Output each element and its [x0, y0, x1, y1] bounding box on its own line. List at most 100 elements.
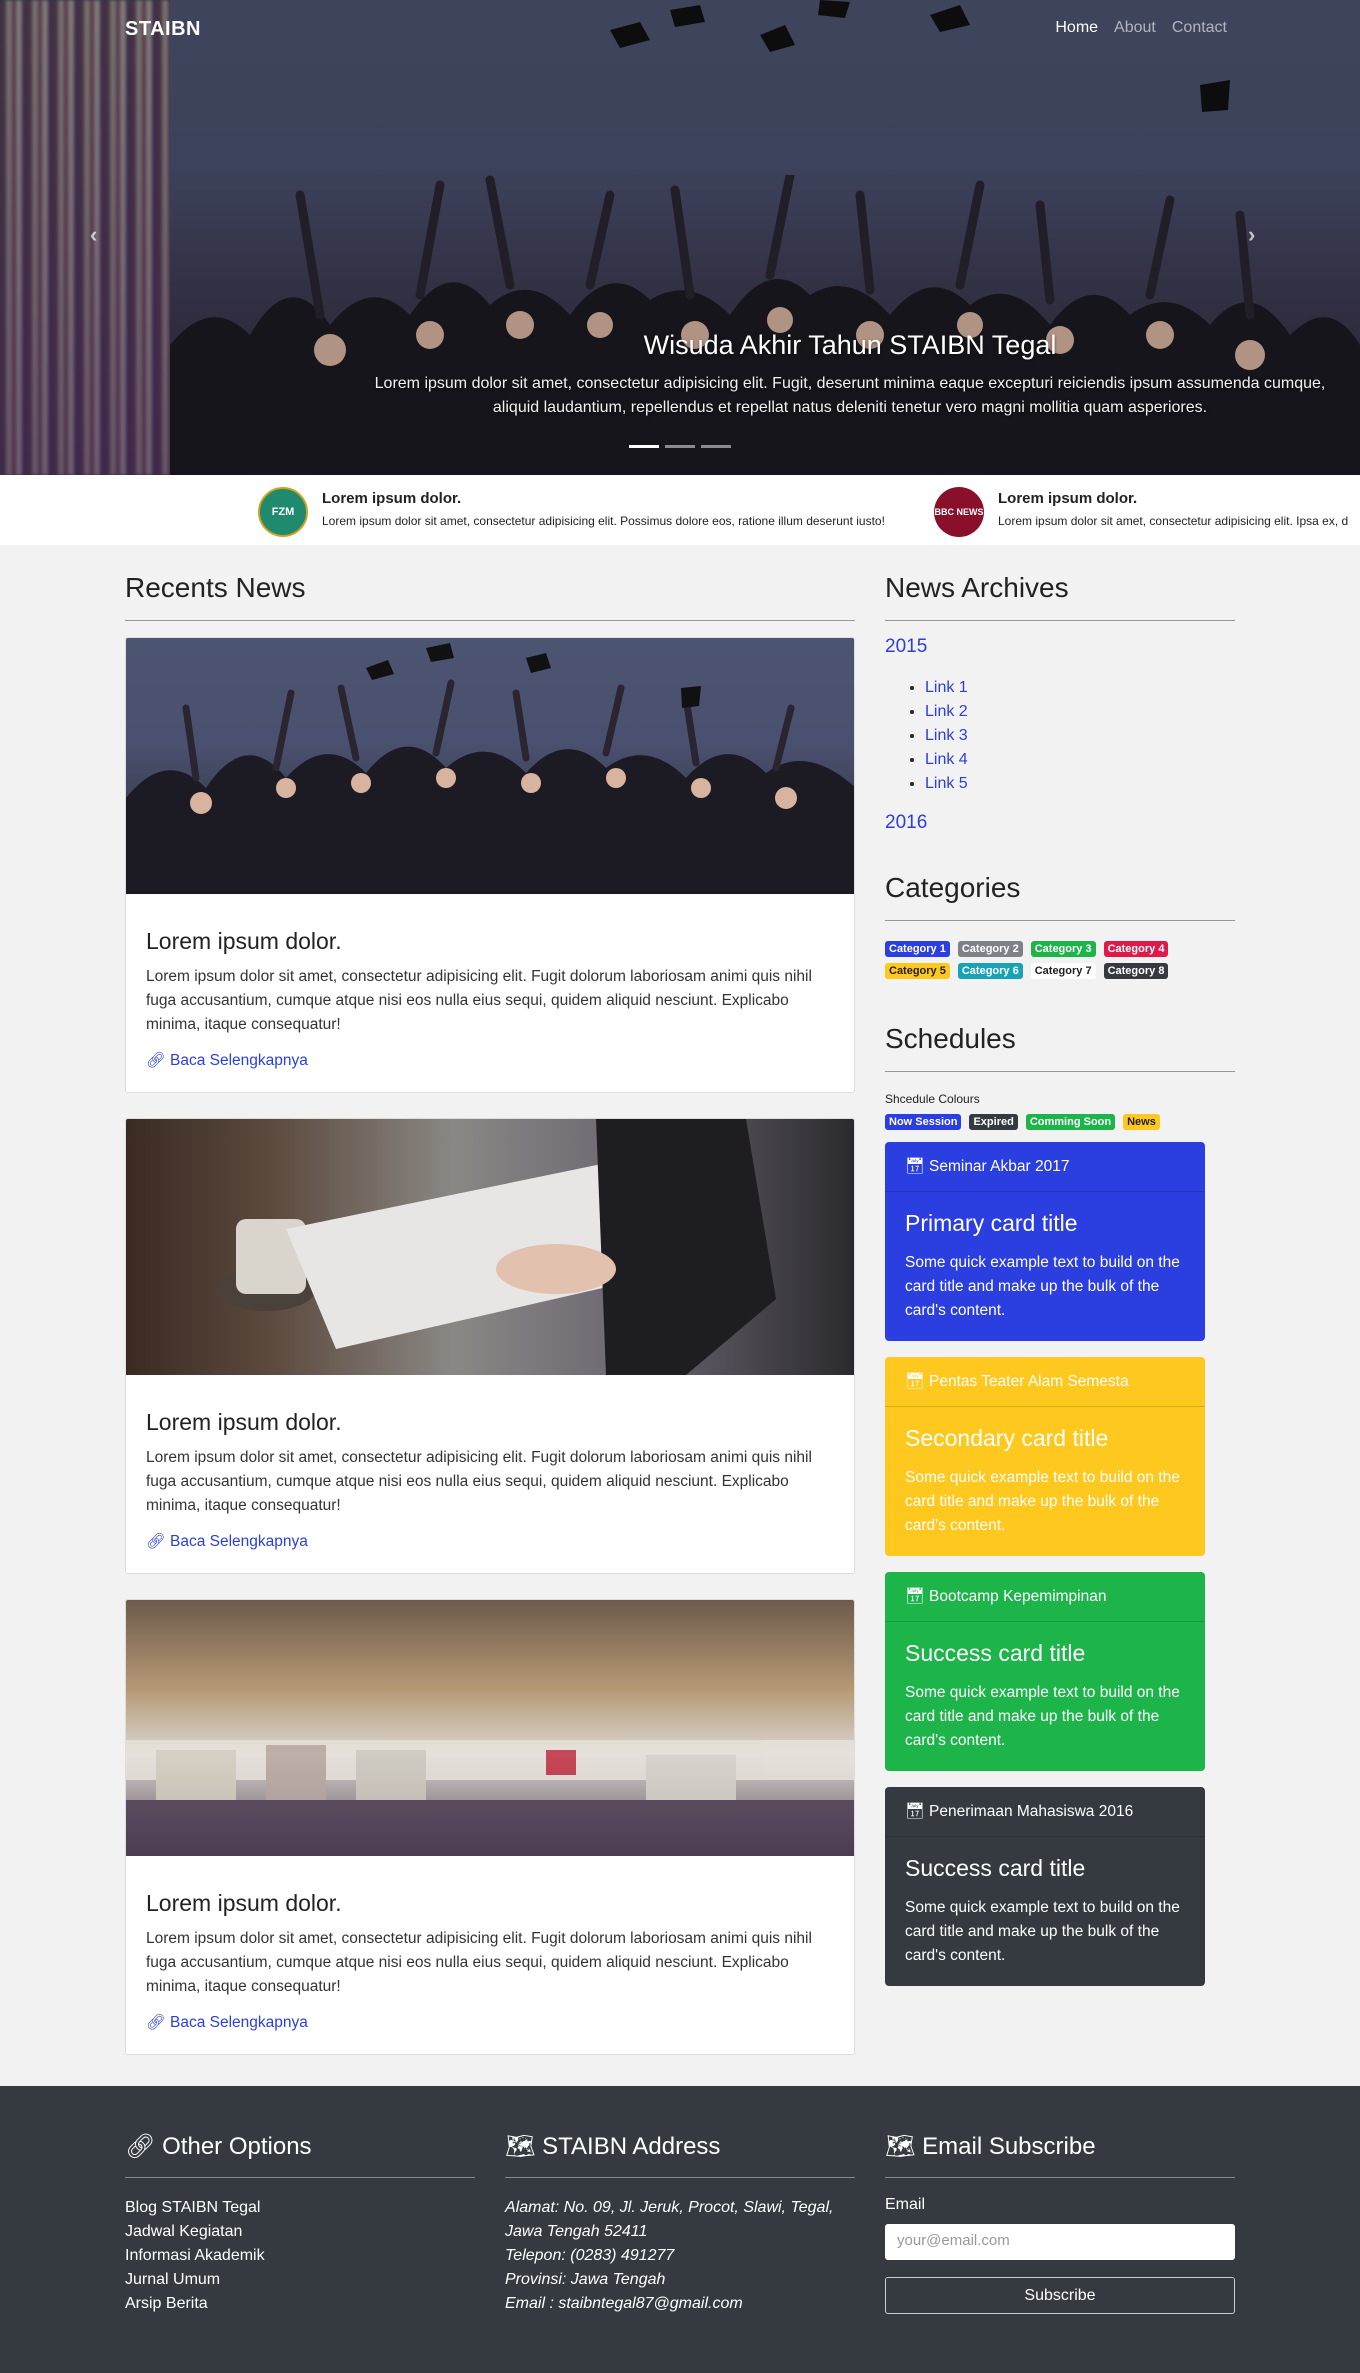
- brand-logo[interactable]: STAIBN: [125, 18, 201, 41]
- fzm-logo-icon: FZM: [258, 487, 308, 537]
- carousel-prev-icon[interactable]: ‹: [90, 222, 97, 248]
- carousel-next-icon[interactable]: ›: [1248, 222, 1255, 248]
- news-card-title: Lorem ipsum dolor.: [146, 1409, 342, 1435]
- divider: [125, 620, 855, 621]
- schedule-card[interactable]: 📅︎ Seminar Akbar 2017 Primary card title…: [885, 1142, 1205, 1341]
- other-options-heading: Other Options: [162, 2133, 312, 2160]
- carousel-indicators: [629, 445, 731, 448]
- read-more-link[interactable]: 🔗︎ Baca Selengkapnya: [146, 1051, 308, 1070]
- archive-link-item[interactable]: Link 3: [925, 724, 1235, 748]
- ticker-item[interactable]: BBC NEWS Lorem ipsum dolor. Lorem ipsum …: [934, 487, 1348, 537]
- carousel-caption-text: Lorem ipsum dolor sit amet, consectetur …: [374, 375, 1326, 416]
- subscribe-button[interactable]: Subscribe: [885, 2277, 1235, 2314]
- footer-other-options: 🔗︎ Other Options Blog STAIBN Tegal Jadwa…: [125, 2132, 475, 2316]
- news-card-title: Lorem ipsum dolor.: [146, 1890, 342, 1916]
- category-badge[interactable]: Category 4: [1103, 941, 1169, 957]
- ticker-title: Lorem ipsum dolor.: [322, 490, 462, 507]
- read-more-link[interactable]: 🔗︎ Baca Selengkapnya: [146, 1532, 308, 1551]
- schedule-card-header: Penerimaan Mahasiswa 2016: [929, 1803, 1134, 1820]
- news-card-text: Lorem ipsum dolor sit amet, consectetur …: [146, 1930, 812, 1995]
- archive-year-2016[interactable]: 2016: [885, 812, 1235, 834]
- legend-now-session: Now Session: [885, 1114, 962, 1130]
- footer-link[interactable]: Jurnal Umum: [125, 2268, 475, 2292]
- schedule-card-text: Some quick example text to build on the …: [905, 1684, 1180, 1749]
- footer-link[interactable]: Informasi Akademik: [125, 2244, 475, 2268]
- schedule-card[interactable]: 📅︎ Penerimaan Mahasiswa 2016 Success car…: [885, 1787, 1205, 1986]
- read-more-link[interactable]: 🔗︎ Baca Selengkapnya: [146, 2013, 308, 2032]
- category-badge[interactable]: Category 8: [1103, 963, 1169, 979]
- bbc-news-logo-icon: BBC NEWS: [934, 487, 984, 537]
- news-archives-heading: News Archives: [885, 572, 1069, 603]
- link-icon: 🔗︎: [146, 2014, 166, 2031]
- divider: [885, 2177, 1235, 2178]
- divider: [885, 1071, 1235, 1072]
- divider: [125, 2177, 475, 2178]
- category-badge[interactable]: Category 3: [1030, 941, 1096, 957]
- schedule-card-text: Some quick example text to build on the …: [905, 1899, 1180, 1964]
- news-card-image: [126, 1119, 854, 1375]
- archive-links: Link 1 Link 2 Link 3 Link 4 Link 5: [925, 676, 1235, 796]
- sidebar: News Archives 2015 Link 1 Link 2 Link 3 …: [885, 572, 1235, 2002]
- category-badge[interactable]: Category 5: [885, 963, 950, 979]
- schedule-colours-label: Shcedule Colours: [885, 1092, 980, 1106]
- schedule-card[interactable]: 📅︎ Pentas Teater Alam Semesta Secondary …: [885, 1357, 1205, 1556]
- category-badge[interactable]: Category 6: [957, 963, 1023, 979]
- address-line: Jawa Tengah 52411: [505, 2223, 648, 2240]
- carousel-indicator-3[interactable]: [701, 445, 731, 448]
- schedule-card-header: Bootcamp Kepemimpinan: [929, 1588, 1107, 1605]
- nav-about[interactable]: About: [1114, 19, 1156, 37]
- archive-year-2015[interactable]: 2015: [885, 636, 1235, 658]
- address-line: Telepon: (0283) 491277: [505, 2247, 675, 2264]
- ticker-title: Lorem ipsum dolor.: [998, 490, 1138, 507]
- ticker-item[interactable]: FZM Lorem ipsum dolor. Lorem ipsum dolor…: [258, 487, 885, 537]
- schedule-card-title: Primary card title: [905, 1210, 1078, 1236]
- carousel-indicator-1[interactable]: [629, 445, 659, 448]
- schedule-card-header: Pentas Teater Alam Semesta: [929, 1373, 1129, 1390]
- link-icon: 🔗︎: [146, 1052, 166, 1069]
- news-card-text: Lorem ipsum dolor sit amet, consectetur …: [146, 1449, 812, 1514]
- legend-comming-soon: Comming Soon: [1025, 1114, 1116, 1130]
- archive-link-item[interactable]: Link 5: [925, 772, 1235, 796]
- news-card-text: Lorem ipsum dolor sit amet, consectetur …: [146, 968, 812, 1033]
- address-line: Email : staibntegal87@gmail.com: [505, 2295, 743, 2312]
- schedule-card-header: Seminar Akbar 2017: [929, 1158, 1070, 1175]
- schedule-card-text: Some quick example text to build on the …: [905, 1469, 1180, 1534]
- calendar-icon: 📅︎: [905, 1158, 925, 1175]
- calendar-icon: 📅︎: [905, 1803, 925, 1820]
- category-badge[interactable]: Category 2: [957, 941, 1023, 957]
- hero-carousel: STAIBN Home About Contact ‹ › Wisuda Akh…: [0, 0, 1360, 475]
- address-heading: STAIBN Address: [542, 2133, 721, 2160]
- footer-link[interactable]: Blog STAIBN Tegal: [125, 2196, 475, 2220]
- address-line: Alamat: No. 09, Jl. Jeruk, Procot, Slawi…: [505, 2199, 834, 2216]
- schedules-heading: Schedules: [885, 1023, 1016, 1054]
- map-icon: 🗺︎: [885, 2133, 916, 2160]
- categories-heading: Categories: [885, 872, 1021, 903]
- schedule-card[interactable]: 📅︎ Bootcamp Kepemimpinan Success card ti…: [885, 1572, 1205, 1771]
- email-input[interactable]: your@email.com: [885, 2224, 1235, 2260]
- news-card: Lorem ipsum dolor. Lorem ipsum dolor sit…: [125, 1118, 855, 1574]
- schedule-card-title: Success card title: [905, 1855, 1086, 1881]
- category-badge[interactable]: Category 7: [1030, 963, 1096, 979]
- map-icon: 🗺︎: [505, 2133, 536, 2160]
- nav-home[interactable]: Home: [1055, 19, 1098, 37]
- archive-link-item[interactable]: Link 4: [925, 748, 1235, 772]
- archive-link-item[interactable]: Link 2: [925, 700, 1235, 724]
- nav-contact[interactable]: Contact: [1172, 19, 1227, 37]
- news-card: Lorem ipsum dolor. Lorem ipsum dolor sit…: [125, 637, 855, 1093]
- footer-link[interactable]: Jadwal Kegiatan: [125, 2220, 475, 2244]
- ticker-text: Lorem ipsum dolor sit amet, consectetur …: [322, 514, 885, 528]
- category-badge[interactable]: Category 1: [885, 941, 950, 957]
- footer-subscribe: 🗺︎ Email Subscribe Email your@email.com …: [885, 2132, 1235, 2314]
- top-nav: Home About Contact: [1055, 19, 1227, 37]
- legend-expired: Expired: [969, 1114, 1018, 1130]
- footer-address: 🗺︎ STAIBN Address Alamat: No. 09, Jl. Je…: [505, 2132, 855, 2316]
- news-card-image: [126, 638, 854, 894]
- category-badges: Category 1 Category 2 Category 3 Categor…: [885, 941, 1235, 979]
- archive-link-item[interactable]: Link 1: [925, 676, 1235, 700]
- news-card-title: Lorem ipsum dolor.: [146, 928, 342, 954]
- schedule-card-text: Some quick example text to build on the …: [905, 1254, 1180, 1319]
- footer-link[interactable]: Arsip Berita: [125, 2292, 475, 2316]
- divider: [885, 620, 1235, 621]
- carousel-indicator-2[interactable]: [665, 445, 695, 448]
- news-ticker: FZM Lorem ipsum dolor. Lorem ipsum dolor…: [0, 475, 1360, 545]
